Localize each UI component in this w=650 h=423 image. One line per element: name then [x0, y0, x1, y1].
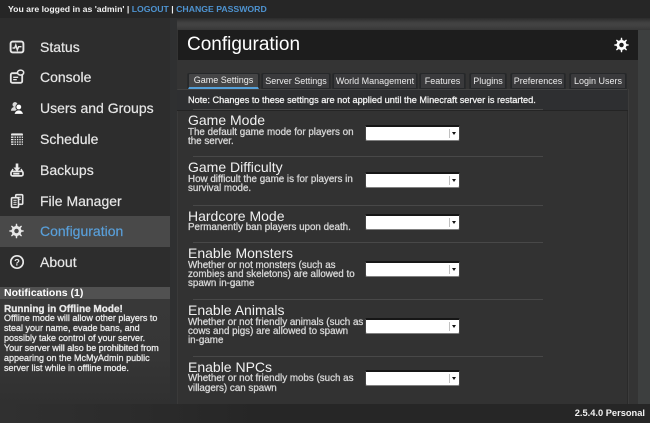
svg-text:?: ?	[14, 257, 20, 268]
